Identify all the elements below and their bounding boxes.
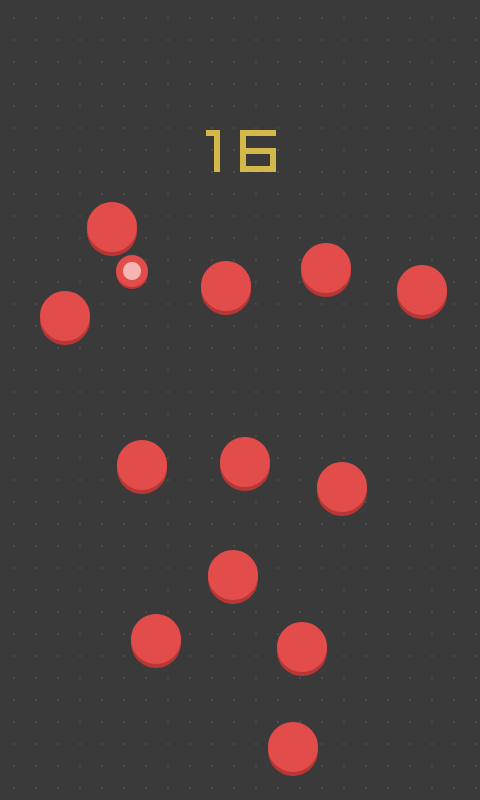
game-field[interactable]: 16 xyxy=(0,0,480,800)
target-dot[interactable] xyxy=(40,291,90,341)
target-dot[interactable] xyxy=(201,261,251,311)
target-dot[interactable] xyxy=(277,622,327,672)
target-dot[interactable] xyxy=(301,243,351,293)
score-display: 16 xyxy=(190,120,290,180)
target-dot[interactable] xyxy=(131,614,181,664)
target-dot[interactable] xyxy=(317,462,367,512)
target-dot[interactable] xyxy=(117,440,167,490)
score-digit-1 xyxy=(206,130,220,172)
target-dot[interactable] xyxy=(208,550,258,600)
player-ball xyxy=(116,255,148,287)
target-dot[interactable] xyxy=(87,202,137,252)
score-digits xyxy=(206,130,276,172)
player-ball-core xyxy=(123,262,141,280)
target-dot[interactable] xyxy=(220,437,270,487)
target-dot[interactable] xyxy=(268,722,318,772)
target-dot[interactable] xyxy=(397,265,447,315)
score-digit-6 xyxy=(240,130,276,172)
